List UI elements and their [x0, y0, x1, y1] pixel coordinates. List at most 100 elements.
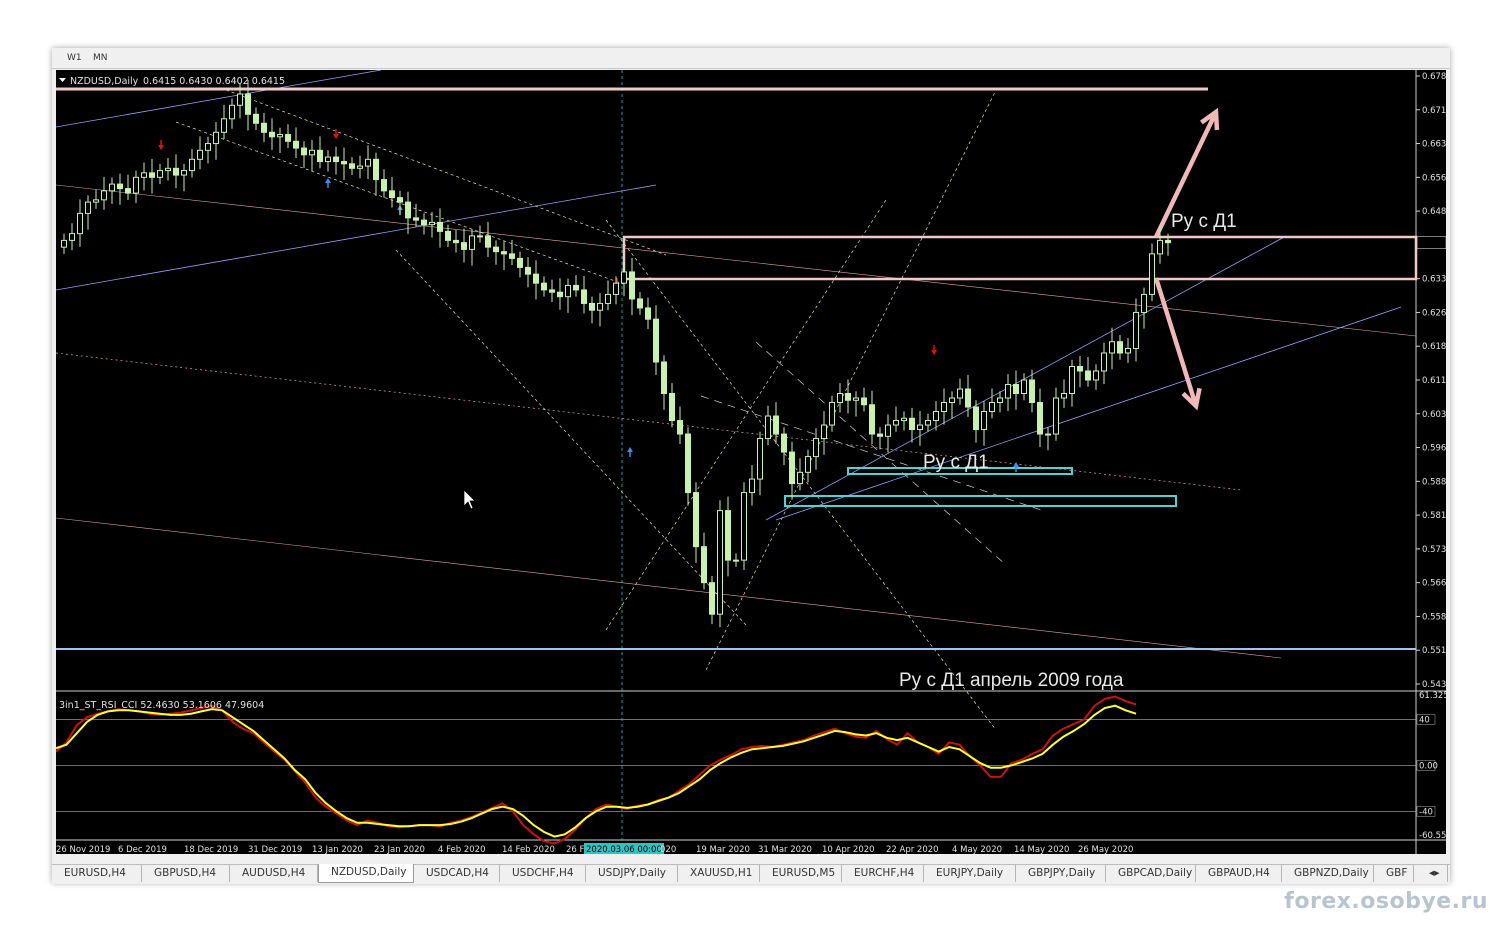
date-axis-label: 14 Feb 2020: [502, 845, 555, 854]
candle-body: [957, 388, 963, 399]
candle: [901, 411, 907, 431]
price-scale-label: 0.6560: [1422, 173, 1446, 183]
chart-tab[interactable]: GBPJPY,Daily: [1016, 865, 1106, 882]
candle: [341, 147, 347, 181]
chart-tab[interactable]: GBPNZD,Daily: [1282, 865, 1374, 882]
timeframe-w1-button[interactable]: W1: [62, 51, 87, 65]
candle: [701, 532, 707, 590]
candle-body: [293, 140, 299, 149]
candle-body: [813, 438, 819, 458]
chart-tab[interactable]: GBF: [1374, 865, 1414, 882]
chart-tab[interactable]: NZDUSD,Daily: [318, 864, 414, 883]
candle-body: [749, 478, 755, 494]
candle-body: [1013, 384, 1019, 395]
candle: [69, 223, 75, 251]
candle: [349, 157, 355, 176]
price-scale-label: 0.5735: [1422, 545, 1446, 555]
price-scale-label: 0.5885: [1422, 477, 1446, 487]
chart-tab[interactable]: XAUUSD,H1: [678, 865, 760, 882]
candle: [213, 121, 219, 160]
candle: [413, 203, 419, 227]
candle: [437, 208, 443, 248]
candle: [629, 257, 635, 316]
date-axis-label: 22 Apr 2020: [886, 845, 939, 854]
chart-tab[interactable]: USDJPY,Daily: [586, 865, 678, 882]
candle-body: [477, 235, 483, 238]
candle: [101, 176, 107, 210]
chart-tab[interactable]: EURUSD,M5: [760, 865, 842, 882]
candle: [309, 139, 315, 172]
candle: [421, 213, 427, 235]
candle-body: [237, 93, 243, 106]
candle-body: [909, 417, 915, 431]
date-axis-label: 23 Jan 2020: [374, 845, 425, 854]
candle: [861, 387, 867, 412]
candle-body: [821, 424, 827, 440]
candle: [301, 141, 307, 168]
chart-tab[interactable]: GBPCAD,Daily: [1106, 865, 1196, 882]
chart-tab[interactable]: EURUSD,H4: [52, 865, 142, 882]
candle: [1109, 327, 1115, 370]
candle-body: [1101, 352, 1107, 372]
chart-tab[interactable]: USDCHF,H4: [500, 865, 586, 882]
signal-arrow-up-head: [325, 178, 331, 183]
chart-tab[interactable]: EURJPY,Daily: [924, 865, 1016, 882]
candle: [925, 413, 931, 432]
candle: [365, 145, 371, 180]
candle: [141, 162, 147, 191]
candle: [1013, 370, 1019, 410]
candle-body: [149, 172, 155, 178]
candle-body: [133, 176, 139, 194]
date-axis-label: 31 Mar 2020: [758, 845, 812, 854]
candle-body: [597, 302, 603, 311]
chart-tab[interactable]: USDCAD,H4: [414, 865, 500, 882]
candle: [645, 297, 651, 330]
candle: [77, 199, 83, 247]
candle: [1125, 338, 1131, 363]
tab-scroll-arrows-icon[interactable]: ◂▸: [1426, 865, 1448, 882]
trend-line: [56, 184, 657, 291]
candle-body: [253, 113, 259, 124]
candle-body: [629, 271, 635, 300]
candle-body: [733, 559, 739, 562]
candle-body: [917, 424, 923, 431]
candle: [997, 391, 1003, 413]
watermark: forex.osobye.ru: [1284, 889, 1488, 914]
timeframe-mn-button[interactable]: MN: [88, 51, 113, 65]
candle-body: [269, 131, 275, 138]
date-axis-label: 4 Feb 2020: [438, 845, 486, 854]
candle-body: [165, 167, 171, 172]
price-scale-label: 0.5585: [1422, 612, 1446, 622]
candle: [669, 383, 675, 428]
date-axis-label: 14 May 2020: [1014, 845, 1069, 854]
chart-area[interactable]: 0.67850.67100.66350.65600.64850.64150.63…: [56, 70, 1446, 854]
candle: [765, 405, 771, 446]
candle-body: [717, 510, 723, 615]
candle-body: [197, 149, 203, 160]
candle-body: [989, 402, 995, 413]
candle-body: [365, 158, 371, 167]
indicator-panel: 61.3251 40 0.00 -40 -60.555: [56, 691, 1446, 845]
candle-body: [1141, 293, 1147, 313]
chart-tab[interactable]: AUDUSD,H4: [230, 865, 318, 882]
chart-tab[interactable]: GBPAUD,H4: [1196, 865, 1282, 882]
candle: [693, 482, 699, 563]
support-box-lower: [784, 495, 1177, 507]
candle: [781, 427, 787, 466]
candle-body: [173, 167, 179, 176]
chart-canvas[interactable]: 0.67850.67100.66350.65600.64850.64150.63…: [56, 70, 1446, 854]
fan-line: [605, 199, 887, 631]
candle: [325, 150, 331, 172]
candle-body: [853, 397, 859, 401]
candle: [653, 305, 659, 376]
chart-tab[interactable]: EURCHF,H4: [842, 865, 924, 882]
symbol-menu-icon[interactable]: [59, 78, 66, 82]
candle-body: [613, 282, 619, 295]
candle-body: [101, 190, 107, 201]
candles: [61, 80, 1171, 628]
candle-body: [381, 179, 387, 192]
candle: [1077, 356, 1083, 388]
timeframe-toolbar: W1 MN: [52, 48, 1450, 69]
date-axis-label: 4 May 2020: [952, 845, 1002, 854]
chart-tab[interactable]: GBPUSD,H4: [142, 865, 230, 882]
